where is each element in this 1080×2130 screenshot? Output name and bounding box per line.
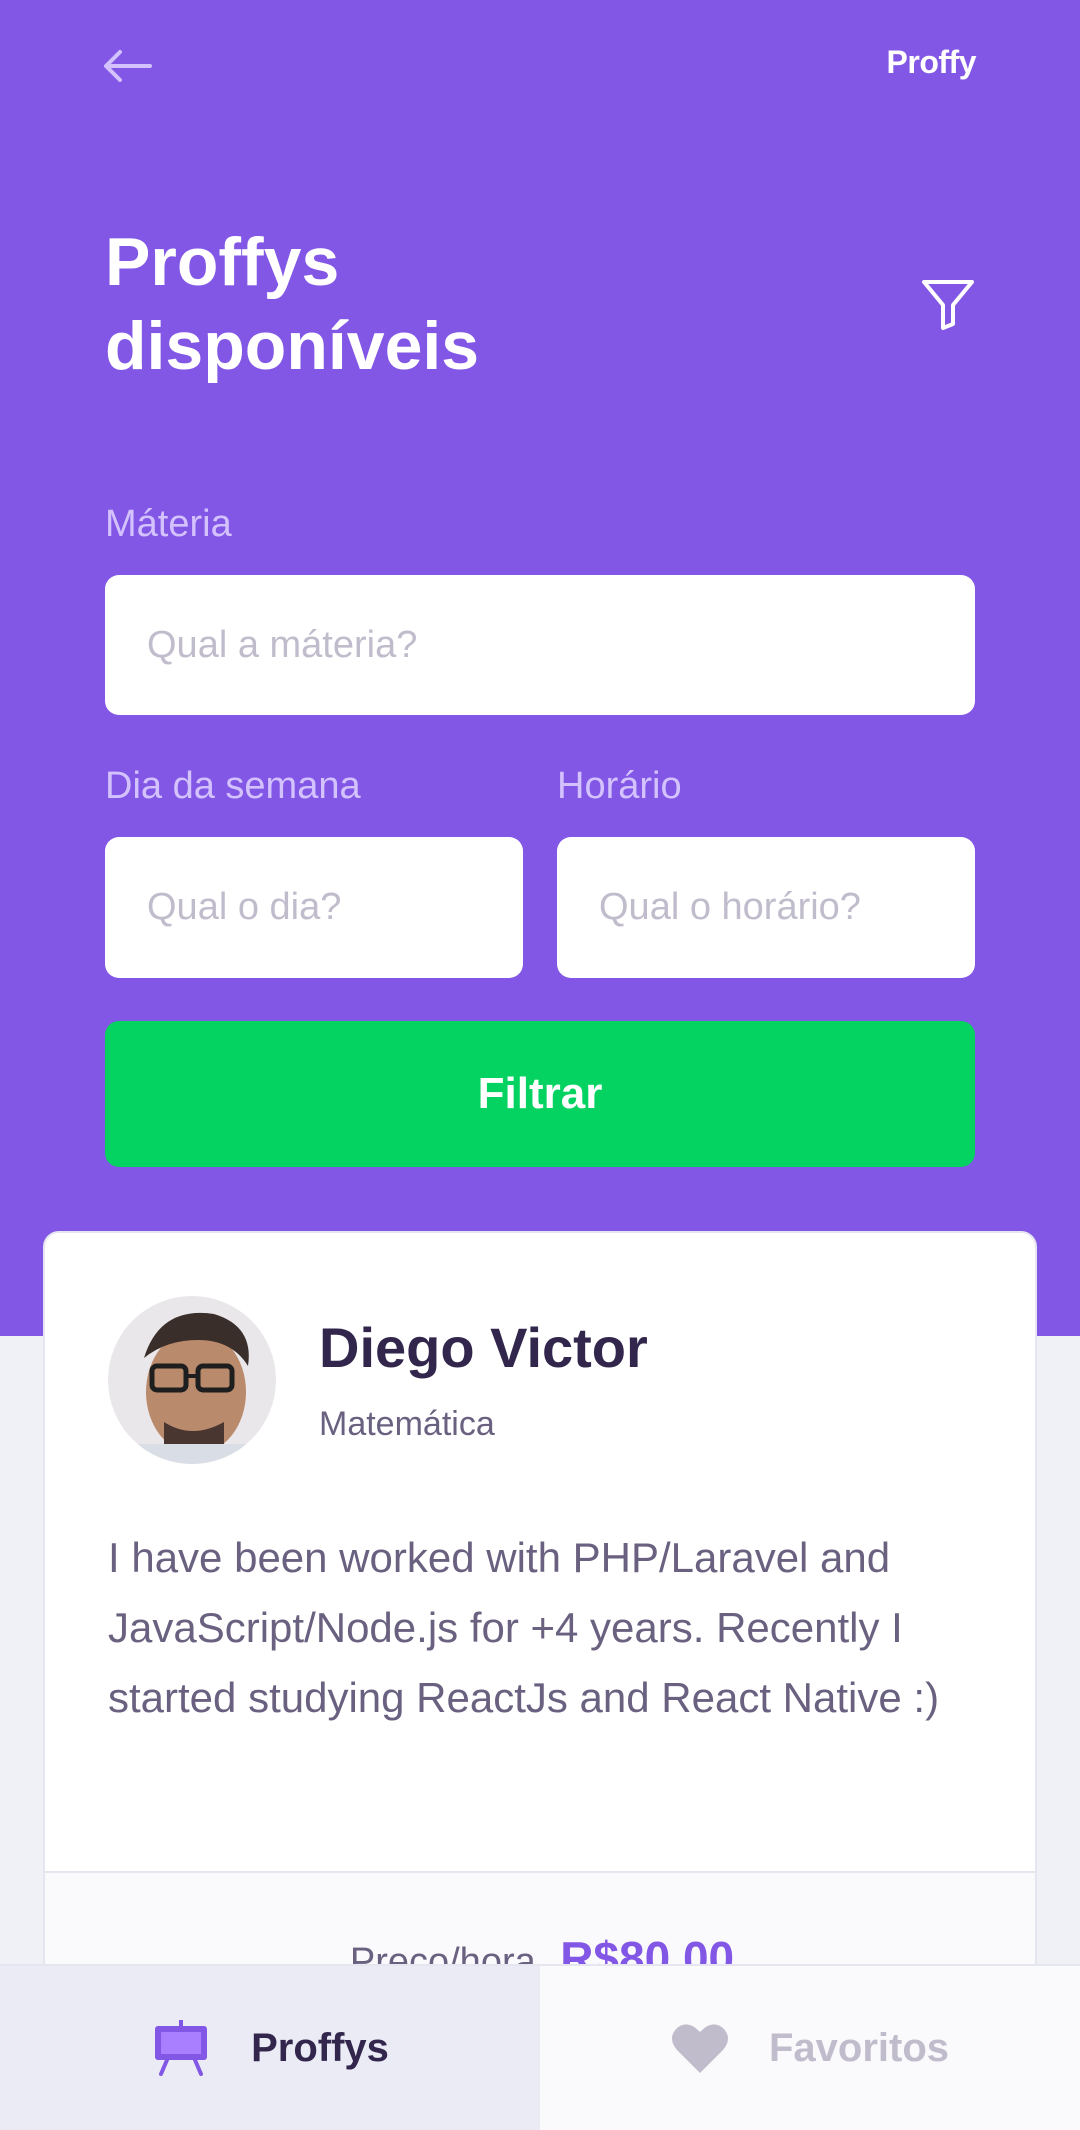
time-label: Horário [557, 765, 682, 807]
tab-favoritos[interactable]: Favoritos [540, 1966, 1080, 2130]
subject-label: Máteria [105, 503, 232, 545]
filter-toggle-button[interactable] [920, 276, 976, 332]
heart-icon [671, 2024, 728, 2073]
tab-favoritos-label: Favoritos [768, 2025, 950, 2070]
tab-proffys-label: Proffys [251, 2025, 389, 2070]
subject-input[interactable] [105, 575, 975, 715]
easel-icon [155, 2020, 208, 2076]
arrow-left-icon [104, 50, 152, 82]
teacher-bio: I have been worked with PHP/Laravel and … [108, 1534, 940, 1721]
page-header: Proffy Proffys disponíveis Máteria Dia d… [0, 0, 1080, 1336]
page-title-line-1: Proffys [105, 224, 340, 300]
filter-icon [922, 280, 974, 330]
bottom-tab-bar: Proffys Favoritos [0, 1964, 1080, 2130]
weekday-label: Dia da semana [105, 765, 361, 807]
page-title-line-2: disponíveis [105, 308, 480, 384]
teacher-name: Diego Victor [319, 1316, 648, 1379]
time-input[interactable] [557, 837, 975, 978]
page-title: Proffys disponíveis [105, 220, 705, 388]
teacher-subject: Matemática [319, 1405, 495, 1443]
weekday-input[interactable] [105, 837, 523, 978]
tab-proffys[interactable]: Proffys [0, 1966, 540, 2130]
filter-submit-button[interactable]: Filtrar [105, 1021, 975, 1167]
back-button[interactable] [102, 44, 158, 88]
app-logo: Proffy [886, 44, 977, 80]
avatar-image [108, 1296, 276, 1464]
avatar [108, 1296, 276, 1464]
